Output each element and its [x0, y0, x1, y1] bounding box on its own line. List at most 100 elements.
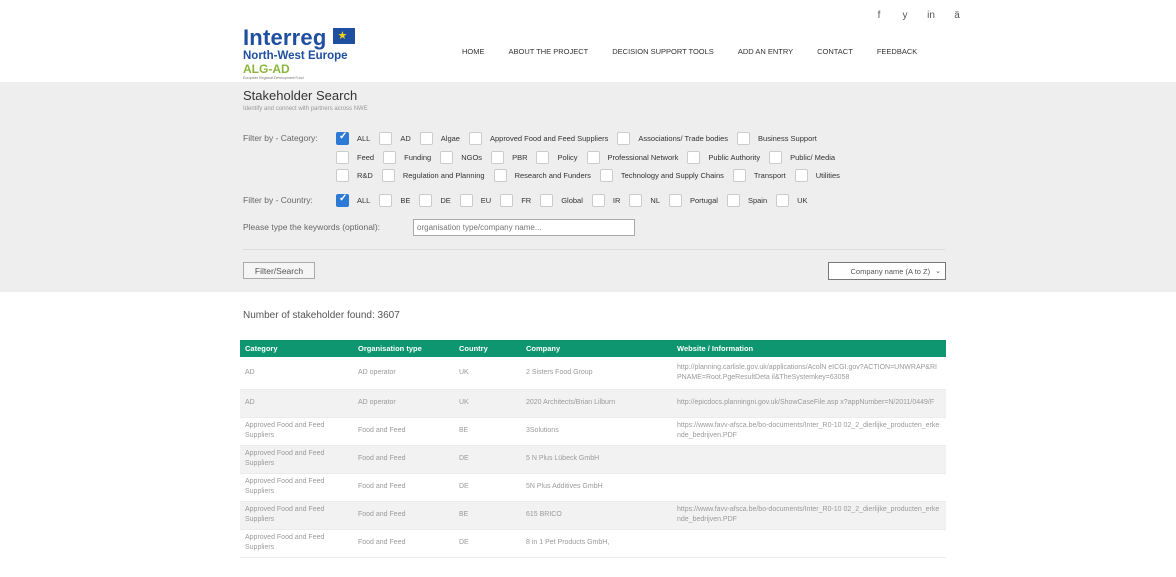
keyword-input[interactable]: [413, 219, 635, 236]
category-option[interactable]: Utilities: [794, 169, 840, 182]
category-checkbox[interactable]: [617, 132, 631, 145]
country-checkbox[interactable]: [336, 193, 349, 207]
category-option[interactable]: Public/ Media: [769, 151, 835, 164]
country-option[interactable]: DE: [419, 194, 451, 207]
country-label: DE: [440, 196, 451, 205]
category-checkbox[interactable]: [599, 169, 613, 182]
category-option[interactable]: NGOs: [440, 151, 482, 164]
cell-website[interactable]: http://planning.carlisle.gov.uk/applicat…: [672, 357, 946, 390]
category-checkbox[interactable]: [383, 151, 397, 164]
category-option[interactable]: Associations/ Trade bodies: [617, 132, 728, 145]
category-option[interactable]: R&D: [336, 169, 373, 182]
nav-add-entry[interactable]: ADD AN ENTRY: [738, 47, 793, 56]
category-label: Public/ Media: [790, 153, 836, 162]
category-checkbox[interactable]: [468, 132, 482, 145]
category-checkbox[interactable]: [586, 151, 600, 164]
country-option[interactable]: Global: [540, 194, 583, 207]
category-option[interactable]: ALL: [336, 131, 371, 145]
country-checkbox[interactable]: [500, 194, 514, 207]
cell-website[interactable]: [672, 445, 946, 474]
category-checkbox[interactable]: [379, 132, 393, 145]
country-option[interactable]: IR: [591, 194, 620, 207]
country-option[interactable]: Spain: [726, 194, 767, 207]
column-header[interactable]: Category: [240, 340, 353, 357]
nav-home[interactable]: HOME: [462, 47, 485, 56]
linkedin-icon[interactable]: in: [924, 10, 938, 21]
main-nav: HOME ABOUT THE PROJECT DECISION SUPPORT …: [462, 47, 941, 56]
category-option[interactable]: Regulation and Planning: [381, 169, 485, 182]
nav-contact[interactable]: CONTACT: [817, 47, 853, 56]
category-checkbox[interactable]: [687, 151, 701, 164]
category-option[interactable]: Policy: [536, 151, 578, 164]
cell-website[interactable]: https://www.favv-afsca.be/bo-documents/I…: [672, 417, 946, 446]
country-checkbox[interactable]: [726, 194, 740, 207]
category-option[interactable]: Technology and Supply Chains: [599, 169, 724, 182]
country-label: BE: [400, 196, 411, 205]
cell-website[interactable]: [672, 529, 946, 558]
country-option[interactable]: ALL: [336, 193, 370, 207]
facebook-icon[interactable]: f: [872, 10, 886, 21]
column-header[interactable]: Country: [454, 340, 521, 357]
country-option[interactable]: BE: [379, 194, 410, 207]
social-links: f y in ä: [872, 10, 964, 21]
category-checkbox[interactable]: [794, 169, 808, 182]
category-checkbox[interactable]: [336, 151, 349, 164]
category-option[interactable]: Funding: [383, 151, 431, 164]
cell-category: Approved Food and Feed Suppliers: [240, 473, 353, 502]
country-checkbox[interactable]: [540, 194, 554, 207]
category-checkbox[interactable]: [381, 169, 395, 182]
category-option[interactable]: Public Authority: [687, 151, 760, 164]
page: f y in ä Interreg North-West Europe ALG-…: [0, 0, 1176, 577]
interreg-logo[interactable]: Interreg North-West Europe ALG-AD Europe…: [243, 27, 355, 80]
cell-website[interactable]: https://www.favv-afsca.be/bo-documents/I…: [672, 501, 946, 530]
country-checkbox[interactable]: [669, 194, 682, 207]
category-checkbox[interactable]: [737, 132, 751, 145]
category-checkbox[interactable]: [732, 169, 746, 182]
category-option[interactable]: Transport: [732, 169, 786, 182]
category-checkbox[interactable]: [769, 151, 783, 164]
category-option[interactable]: Research and Funders: [493, 169, 591, 182]
country-option[interactable]: Portugal: [669, 194, 718, 207]
category-option[interactable]: AD: [379, 132, 411, 145]
category-label: ALL: [357, 134, 371, 143]
country-option[interactable]: UK: [776, 194, 808, 207]
country-option[interactable]: NL: [629, 194, 660, 207]
keyword-label: Please type the keywords (optional):: [243, 222, 381, 232]
category-option[interactable]: Approved Food and Feed Suppliers: [468, 132, 608, 145]
nav-decision-tools[interactable]: DECISION SUPPORT TOOLS: [612, 47, 714, 56]
cell-website[interactable]: http://epicdocs.planningni.gov.uk/ShowCa…: [672, 389, 946, 418]
twitter-icon[interactable]: y: [898, 10, 912, 21]
category-option[interactable]: Business Support: [737, 132, 817, 145]
country-checkbox[interactable]: [459, 194, 473, 207]
category-checkbox[interactable]: [336, 131, 349, 145]
country-checkbox[interactable]: [591, 194, 605, 207]
nav-about[interactable]: ABOUT THE PROJECT: [509, 47, 589, 56]
youtube-icon[interactable]: ä: [950, 10, 964, 21]
category-checkbox[interactable]: [491, 151, 505, 164]
column-header[interactable]: Website / Information: [672, 340, 946, 357]
category-checkbox[interactable]: [419, 132, 433, 145]
nav-feedback[interactable]: FEEDBACK: [877, 47, 917, 56]
country-checkbox[interactable]: [776, 194, 790, 207]
country-checkbox[interactable]: [419, 194, 433, 207]
filter-search-button[interactable]: Filter/Search: [243, 262, 315, 279]
category-checkbox[interactable]: [336, 169, 349, 182]
category-option[interactable]: Feed: [336, 151, 374, 164]
sort-select[interactable]: Company name (A to Z) ⌄: [828, 262, 946, 280]
cell-website[interactable]: [672, 473, 946, 502]
category-checkbox[interactable]: [440, 151, 454, 164]
cell-category: AD: [240, 389, 353, 418]
category-option[interactable]: Algae: [419, 132, 460, 145]
column-header[interactable]: Company: [521, 340, 672, 357]
category-label: Transport: [753, 171, 786, 180]
category-checkbox[interactable]: [536, 151, 550, 164]
country-option[interactable]: EU: [459, 194, 491, 207]
category-checkbox[interactable]: [493, 169, 507, 182]
category-option[interactable]: Professional Network: [586, 151, 678, 164]
category-option[interactable]: PBR: [491, 151, 527, 164]
category-label: Research and Funders: [514, 171, 591, 180]
country-checkbox[interactable]: [379, 194, 393, 207]
country-checkbox[interactable]: [629, 194, 643, 207]
column-header[interactable]: Organisation type: [353, 340, 454, 357]
country-option[interactable]: FR: [500, 194, 531, 207]
